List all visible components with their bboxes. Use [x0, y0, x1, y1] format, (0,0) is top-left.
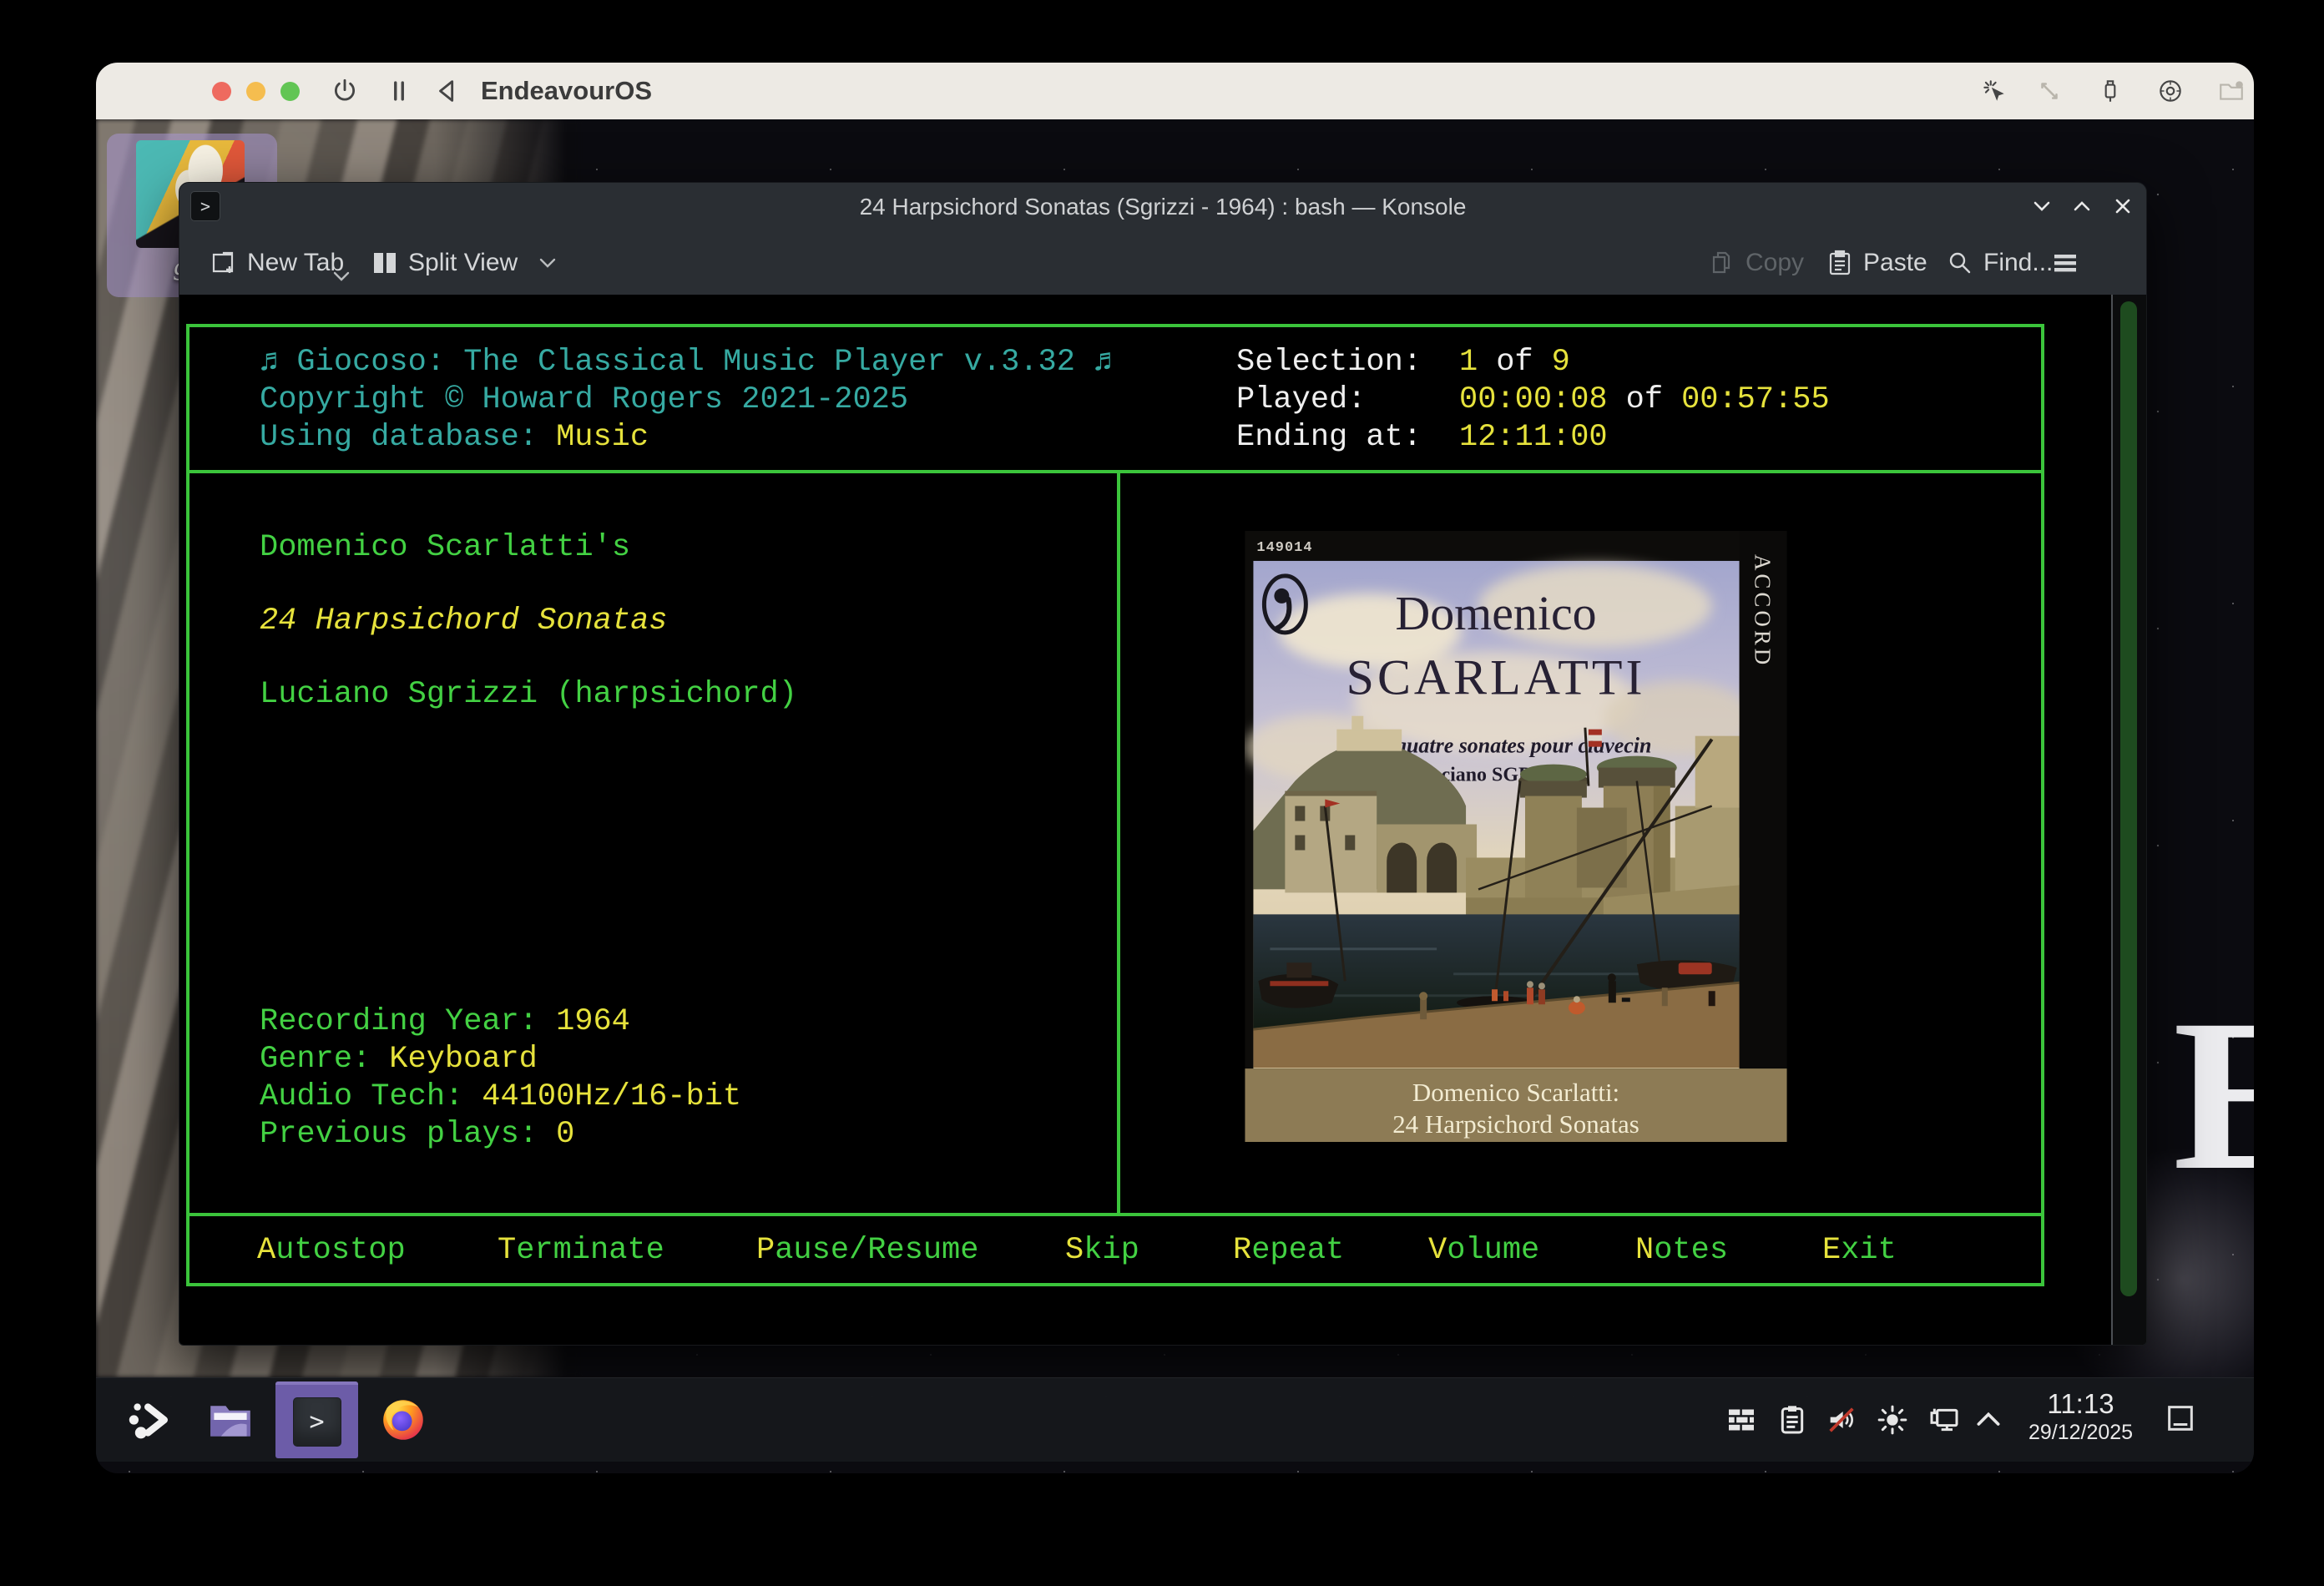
wallpaper-letter: E	[2173, 971, 2254, 1220]
find-button[interactable]: Find...	[1946, 230, 2053, 295]
copy-label: Copy	[1746, 249, 1804, 277]
konsole-titlebar[interactable]: > 24 Harpsichord Sonatas (Sgrizzi - 1964…	[179, 183, 2146, 230]
split-view-button[interactable]: Split View	[371, 230, 557, 295]
detail-row: Previous plays:0	[260, 1116, 741, 1154]
brightness-tray-icon[interactable]	[1876, 1403, 1909, 1437]
screen: EndeavourOS E gio	[0, 0, 2324, 1586]
konsole-taskbar-icon: >	[293, 1397, 341, 1447]
new-tab-icon	[210, 249, 238, 277]
taskbar: >	[96, 1377, 2254, 1462]
work-line: 24 Harpsichord Sonatas	[260, 603, 667, 640]
app-launcher-button[interactable]	[127, 1397, 174, 1443]
clock-time: 11:13	[2020, 1388, 2141, 1420]
copy-icon	[1708, 249, 1736, 277]
menu-item-repeat[interactable]: Repeat	[1233, 1232, 1344, 1270]
menu-item-exit[interactable]: Exit	[1822, 1232, 1897, 1270]
copyright-line: Copyright © Howard Rogers 2021-2025	[260, 381, 1112, 419]
composer-line: Domenico Scarlatti's	[260, 529, 630, 567]
tray-expander-icon[interactable]	[1972, 1403, 2005, 1437]
find-label: Find...	[1983, 249, 2053, 277]
playback-status: Selection:1of9 Played:00:00:08of00:57:55…	[1236, 344, 1830, 457]
new-tab-label: New Tab	[247, 249, 344, 277]
split-view-icon	[371, 249, 399, 277]
new-tab-chevron-icon[interactable]	[332, 270, 351, 282]
detail-row: Audio Tech:44100Hz/16-bit	[260, 1078, 741, 1116]
volume-muted-tray-icon[interactable]	[1825, 1403, 1858, 1437]
disc-icon[interactable]	[2156, 77, 2185, 105]
menu-item-volume[interactable]: Volume	[1428, 1232, 1539, 1270]
menu-item-autostop[interactable]: Autostop	[257, 1232, 406, 1270]
close-button[interactable]	[2109, 192, 2137, 220]
menu-item-terminate[interactable]: Terminate	[498, 1232, 664, 1270]
menu-item-pause-resume[interactable]: Pause/Resume	[756, 1232, 978, 1270]
firewall-tray-icon[interactable]	[1725, 1403, 1758, 1437]
catalog-number: 149014	[1256, 540, 1312, 556]
database-line: Using database:Music	[260, 419, 1112, 457]
menu-item-notes[interactable]: Notes	[1635, 1232, 1728, 1270]
dolphin-icon	[207, 1397, 254, 1443]
detail-row: Genre:Keyboard	[260, 1041, 741, 1078]
power-icon[interactable]	[331, 77, 359, 105]
close-traffic-light[interactable]	[212, 82, 231, 101]
performer-line: Luciano Sgrizzi (harpsichord)	[260, 676, 797, 714]
pointer-capture-icon[interactable]	[1980, 77, 2008, 105]
selection-row: Selection:1of9	[1236, 344, 1830, 381]
hamburger-menu-button[interactable]	[2051, 230, 2079, 295]
ending-row: Ending at:12:11:00	[1236, 419, 1830, 457]
firefox-button[interactable]	[380, 1397, 427, 1443]
new-tab-button[interactable]: New Tab	[210, 230, 344, 295]
album-caption-line1: Domenico Scarlatti:	[1412, 1078, 1619, 1107]
back-icon[interactable]	[433, 77, 462, 105]
maximize-button[interactable]	[2068, 192, 2096, 220]
konsole-toolbar: New Tab Split View Copy	[179, 230, 2146, 295]
album-cover: 149014 Domenico SCARLAT	[1245, 531, 1787, 1142]
menu-item-skip[interactable]: Skip	[1065, 1232, 1139, 1270]
shared-folder-icon[interactable]	[2217, 77, 2246, 105]
recording-details: Recording Year:1964 Genre:Keyboard Audio…	[260, 1003, 741, 1154]
pause-icon[interactable]	[385, 77, 413, 105]
scrollbar-handle[interactable]	[2120, 301, 2137, 1296]
file-manager-button[interactable]	[207, 1397, 254, 1443]
vm-titlebar: EndeavourOS	[96, 63, 2254, 120]
split-view-label: Split View	[408, 249, 518, 277]
paste-icon	[1826, 249, 1854, 277]
terminal[interactable]: ♬ Giocoso: The Classical Music Player v.…	[179, 295, 2146, 1346]
show-desktop-button[interactable]	[2164, 1402, 2197, 1435]
played-row: Played:00:00:08of00:57:55	[1236, 381, 1830, 419]
clock-date: 29/12/2025	[2020, 1420, 2141, 1445]
detail-row: Recording Year:1964	[260, 1003, 741, 1041]
album-caption-line2: 24 Harpsichord Sonatas	[1392, 1109, 1639, 1139]
clock-widget[interactable]: 11:13 29/12/2025	[2020, 1388, 2141, 1445]
resize-icon[interactable]	[2035, 77, 2064, 105]
taskbar-active-slot[interactable]: >	[275, 1381, 358, 1458]
minimize-traffic-light[interactable]	[246, 82, 265, 101]
cover-title-1: Domenico	[1395, 586, 1596, 640]
konsole-window: > 24 Harpsichord Sonatas (Sgrizzi - 1964…	[179, 182, 2147, 1346]
minimize-button[interactable]	[2028, 192, 2056, 220]
display-tray-icon[interactable]	[1927, 1403, 1961, 1437]
panel-divider	[1117, 470, 1120, 1216]
split-view-chevron-icon	[538, 257, 557, 269]
copy-button[interactable]: Copy	[1708, 230, 1804, 295]
clipboard-tray-icon[interactable]	[1776, 1403, 1809, 1437]
zoom-traffic-light[interactable]	[280, 82, 300, 101]
launcher-icon	[127, 1397, 174, 1443]
firefox-icon	[380, 1397, 427, 1443]
cover-title-2: SCARLATTI	[1346, 650, 1646, 705]
vm-title: EndeavourOS	[481, 76, 652, 106]
database-name: Music	[556, 420, 649, 455]
search-icon	[1946, 249, 1974, 277]
terminal-scrollbar[interactable]	[2111, 295, 2146, 1345]
app-title: ♬ Giocoso: The Classical Music Player v.…	[260, 344, 1112, 381]
hamburger-icon	[2051, 249, 2079, 277]
giocoso-banner: ♬ Giocoso: The Classical Music Player v.…	[260, 344, 1112, 457]
konsole-window-title: 24 Harpsichord Sonatas (Sgrizzi - 1964) …	[179, 194, 2146, 220]
record-label-name: ACCORD	[1751, 554, 1776, 668]
vm-desktop: E gio > 24 Harpsichord Sonatas (Sgrizzi …	[96, 119, 2254, 1473]
vm-window: EndeavourOS E gio	[96, 63, 2254, 1473]
usb-icon[interactable]	[2096, 77, 2124, 105]
paste-label: Paste	[1863, 249, 1927, 277]
paste-button[interactable]: Paste	[1826, 230, 1927, 295]
